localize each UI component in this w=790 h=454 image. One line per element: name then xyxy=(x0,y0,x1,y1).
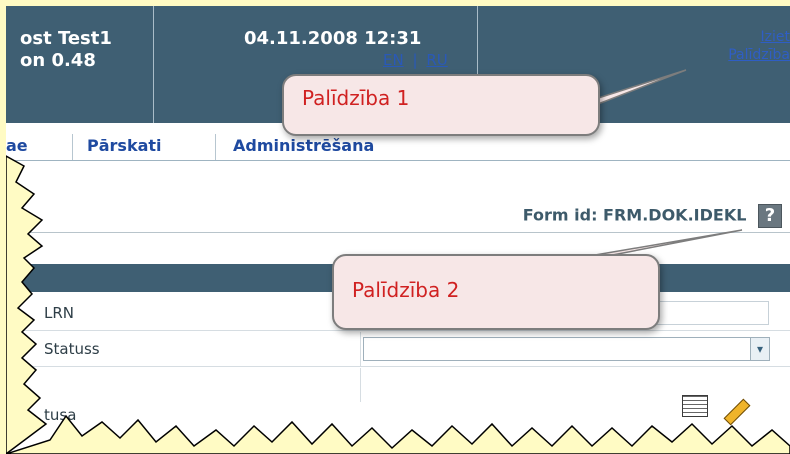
version-text: on 0.48 xyxy=(20,50,96,71)
datetime: 04.11.2008 12:31 xyxy=(244,28,422,49)
field-row-status-date: tusa xyxy=(6,368,790,424)
user-name: ost Test1 xyxy=(20,28,112,49)
menu-divider xyxy=(215,134,216,160)
menu-item-home[interactable]: ae xyxy=(6,136,28,155)
menu-item-reports[interactable]: Pārskati xyxy=(87,136,162,155)
logout-link[interactable]: Iziet xyxy=(728,28,790,46)
calendar-icon[interactable] xyxy=(682,395,708,417)
field-row-status: Statuss ▾ xyxy=(6,332,790,367)
language-switcher: EN | RU xyxy=(383,51,448,69)
menu-item-administration[interactable]: Administrēšana xyxy=(233,136,374,155)
date-tools xyxy=(682,395,751,426)
callout-help-1-text: Palīdzība 1 xyxy=(302,86,410,110)
menu-divider xyxy=(72,134,73,160)
cell-divider xyxy=(360,368,361,402)
header-separator xyxy=(153,6,154,123)
callout-help-2: Palīdzība 2 xyxy=(332,254,660,330)
language-en-link[interactable]: EN xyxy=(383,51,404,69)
app-window: ost Test1 on 0.48 04.11.2008 12:31 EN | … xyxy=(6,6,790,454)
form-id: Form id: FRM.DOK.IDEKL ? xyxy=(523,204,782,228)
language-separator: | xyxy=(412,51,418,69)
help-link[interactable]: Palīdzība xyxy=(728,46,790,64)
chevron-down-icon[interactable]: ▾ xyxy=(750,337,770,361)
callout-help-1: Palīdzība 1 xyxy=(282,74,600,136)
pencil-icon[interactable] xyxy=(723,398,751,426)
header-links: Iziet Palīdzība xyxy=(728,28,790,64)
question-mark-icon[interactable]: ? xyxy=(758,204,782,228)
status-select[interactable] xyxy=(363,337,751,361)
field-label-status: Statuss xyxy=(44,340,100,358)
cell-divider xyxy=(360,332,361,366)
divider xyxy=(6,232,790,233)
field-label-lrn: LRN xyxy=(44,304,74,322)
callout-help-2-text: Palīdzība 2 xyxy=(352,278,460,302)
language-ru-link[interactable]: RU xyxy=(426,51,447,69)
field-label-status-date: tusa xyxy=(44,406,77,424)
form-id-text: Form id: FRM.DOK.IDEKL xyxy=(522,205,747,225)
